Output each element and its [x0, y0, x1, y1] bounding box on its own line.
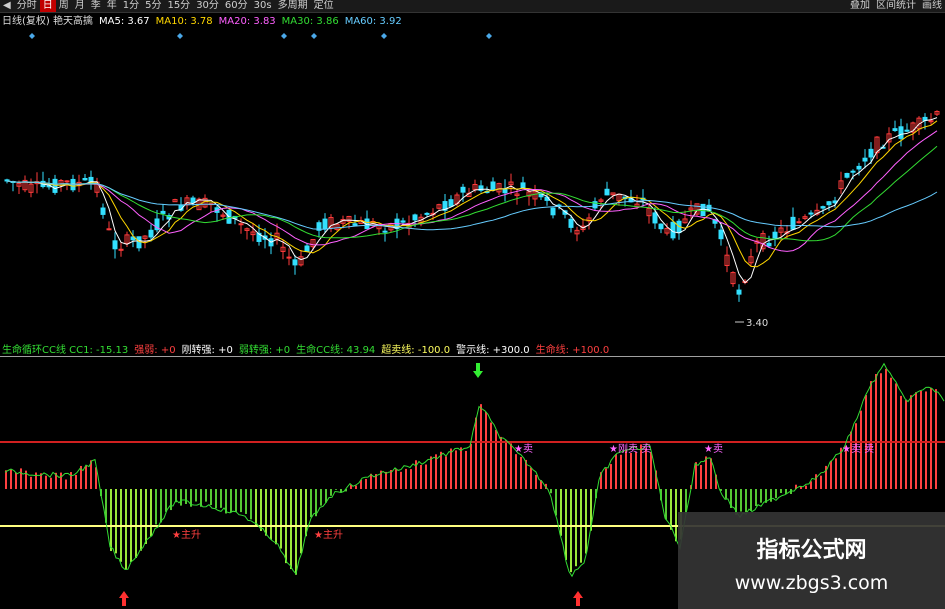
sell-signal-label: ★卖 — [704, 443, 723, 455]
candle — [448, 199, 454, 207]
candle — [112, 240, 118, 250]
price-chart[interactable]: 3.40 — [0, 0, 945, 340]
candle — [160, 210, 166, 214]
candle — [520, 182, 526, 189]
candle — [322, 218, 328, 230]
candle — [100, 207, 106, 215]
candle — [460, 186, 466, 193]
event-marker-icon — [311, 33, 317, 39]
watermark-url: www.zbgs3.com — [734, 572, 889, 594]
candle — [820, 206, 826, 209]
candle — [892, 128, 898, 132]
sell-arrow-icon — [473, 363, 483, 378]
buy-arrow-icon — [573, 591, 583, 606]
candle — [844, 172, 850, 178]
candle — [736, 289, 742, 295]
candle — [190, 197, 196, 204]
buy-signal-label: ★主升 — [172, 529, 201, 541]
candle — [904, 129, 910, 132]
candle — [382, 230, 388, 233]
candle — [550, 207, 556, 216]
candle — [502, 188, 508, 194]
candle — [352, 223, 358, 226]
candle — [106, 228, 112, 231]
ma-line-ma30 — [6, 145, 938, 242]
candle — [658, 223, 664, 230]
candle — [52, 178, 58, 193]
candle — [868, 148, 874, 158]
watermark: 指标公式网 www.zbgs3.com — [678, 512, 945, 609]
candle — [790, 216, 796, 230]
buy-arrow-icon — [119, 591, 129, 606]
candle — [826, 201, 832, 206]
candle — [856, 165, 862, 170]
candle — [850, 170, 856, 173]
low-price-label: 3.40 — [746, 318, 768, 329]
candle — [568, 218, 574, 228]
candle — [604, 188, 610, 196]
candle — [898, 126, 904, 139]
candle — [238, 223, 244, 226]
candle — [64, 180, 70, 183]
sell-signal-label: ★刚卖 卖 — [609, 443, 651, 455]
candle — [292, 259, 298, 266]
candle — [424, 212, 430, 215]
candle — [148, 229, 154, 238]
candle — [652, 212, 658, 224]
candle — [718, 229, 724, 240]
candle — [400, 220, 406, 223]
candle — [808, 212, 814, 215]
sell-signal-label: ★卖 卖 — [842, 443, 874, 455]
event-marker-icon — [29, 33, 35, 39]
candle — [928, 120, 934, 123]
candle — [772, 231, 778, 239]
event-marker-icon — [177, 33, 183, 39]
candle — [286, 256, 292, 259]
ma-line-ma10 — [6, 120, 938, 268]
candle — [304, 245, 310, 252]
buy-signal-label: ★主升 — [314, 529, 343, 541]
candle — [796, 221, 802, 224]
candle — [490, 181, 496, 191]
candle — [82, 177, 88, 181]
candle — [766, 242, 772, 247]
candle — [862, 157, 868, 162]
event-marker-icon — [486, 33, 492, 39]
watermark-title: 指标公式网 — [756, 538, 867, 563]
event-marker-icon — [281, 33, 287, 39]
candle — [412, 214, 418, 221]
ma-line-ma5 — [6, 117, 938, 284]
sell-signal-label: ★卖 — [514, 443, 533, 455]
event-marker-icon — [381, 33, 387, 39]
